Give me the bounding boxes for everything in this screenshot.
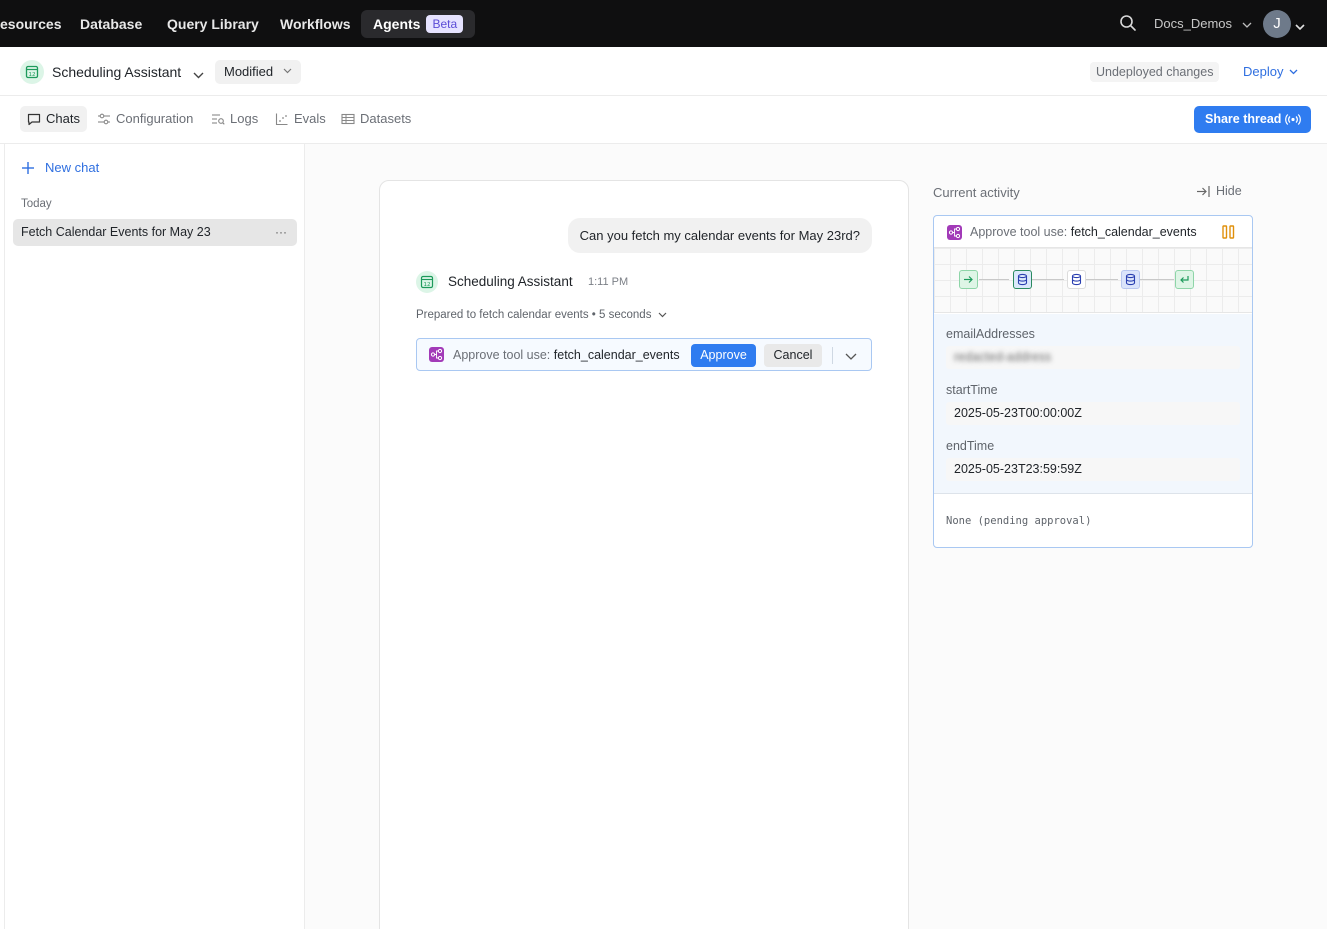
chevron-down-icon[interactable] [1295,18,1305,33]
tab-logs[interactable]: Logs [204,106,265,132]
param-label-email-addresses: emailAddresses [946,327,1035,341]
workflow-diagram [934,248,1252,313]
return-icon[interactable] [1175,270,1194,289]
more-options-icon[interactable]: ··· [275,219,287,246]
tab-configuration[interactable]: Configuration [90,106,200,132]
tabs-bar: Chats Configuration Logs Evals Datasets … [0,96,1327,144]
tool-result: None (pending approval) [946,515,1092,527]
user-message: Can you fetch my calendar events for May… [567,218,872,253]
database-icon[interactable] [1013,270,1032,289]
agent-title[interactable]: Scheduling Assistant [52,64,181,80]
svg-text:12: 12 [29,72,36,78]
org-switcher[interactable]: Docs_Demos [1154,16,1252,31]
undeployed-changes-badge: Undeployed changes [1090,62,1220,82]
nav-item-query-library[interactable]: Query Library [155,10,271,38]
flow-connector [979,279,1009,280]
input-arrow-icon[interactable] [959,270,978,289]
tab-chats[interactable]: Chats [20,106,87,132]
tool-parameters: emailAddresses redacted-address startTim… [934,314,1252,494]
chat-list-item[interactable]: Fetch Calendar Events for May 23 ··· [13,219,297,246]
paused-icon [1222,225,1235,242]
section-label-today: Today [21,198,52,210]
assistant-name: Scheduling Assistant [448,274,573,289]
nav-item-workflows[interactable]: Workflows [268,10,363,38]
hide-button[interactable]: Hide [1196,184,1242,198]
approval-prefix: Approve tool use: [453,348,551,362]
tool-name: fetch_calendar_events [553,348,680,362]
deploy-button[interactable]: Deploy [1243,64,1298,79]
nav-item-resources[interactable]: esources [0,10,73,38]
param-value-start-time: 2025-05-23T00:00:00Z [946,402,1240,425]
database-icon[interactable] [1067,270,1086,289]
chevron-down-icon[interactable] [193,67,204,82]
beta-badge: Beta [426,15,464,33]
message-timestamp: 1:11 PM [588,276,629,288]
top-navigation: esources Database Query Library Workflow… [0,0,1327,47]
tool-name: fetch_calendar_events [1070,225,1197,239]
main-area: Can you fetch my calendar events for May… [305,144,1327,929]
chevron-down-icon [1236,16,1252,31]
workflow-tool-icon [947,225,962,240]
database-icon[interactable] [1121,270,1140,289]
param-value-end-time: 2025-05-23T23:59:59Z [946,458,1240,481]
current-activity-title: Current activity [933,185,1020,200]
chevron-down-icon [655,309,667,321]
param-value-email-addresses: redacted-address [946,346,1240,369]
flow-connector [1140,279,1174,280]
calendar-icon: 12 [416,271,438,293]
cancel-button[interactable]: Cancel [764,344,822,367]
svg-text:12: 12 [424,282,431,288]
thinking-summary[interactable]: Prepared to fetch calendar events • 5 se… [416,309,667,321]
activity-card-header: Approve tool use: fetch_calendar_events [934,216,1252,248]
tool-approval-bar: Approve tool use: fetch_calendar_events … [416,338,872,371]
param-label-end-time: endTime [946,439,995,453]
approval-prefix: Approve tool use: [970,225,1068,239]
chat-thread: Can you fetch my calendar events for May… [379,180,909,929]
search-icon[interactable] [1119,14,1139,34]
new-chat-button[interactable]: New chat [21,160,99,175]
modified-status-button[interactable]: Modified [215,60,302,84]
app-header: 12 Scheduling Assistant Modified Undeplo… [0,47,1327,96]
chevron-down-icon[interactable] [845,349,857,364]
workflow-tool-icon [429,347,444,362]
tab-evals[interactable]: Evals [268,106,333,132]
approve-button[interactable]: Approve [691,344,756,367]
nav-item-agents[interactable]: Agents Beta [361,10,476,38]
nav-item-database[interactable]: Database [68,10,154,38]
param-label-start-time: startTime [946,383,998,397]
avatar[interactable]: J [1263,10,1291,38]
chat-sidebar: New chat Today Fetch Calendar Events for… [4,144,305,929]
flow-connector [1086,279,1118,280]
flow-connector [1032,279,1064,280]
calendar-icon: 12 [20,60,44,84]
share-thread-button[interactable]: Share thread [1194,106,1311,133]
divider [832,347,833,364]
activity-card: Approve tool use: fetch_calendar_events [933,215,1253,548]
tab-datasets[interactable]: Datasets [334,106,418,132]
